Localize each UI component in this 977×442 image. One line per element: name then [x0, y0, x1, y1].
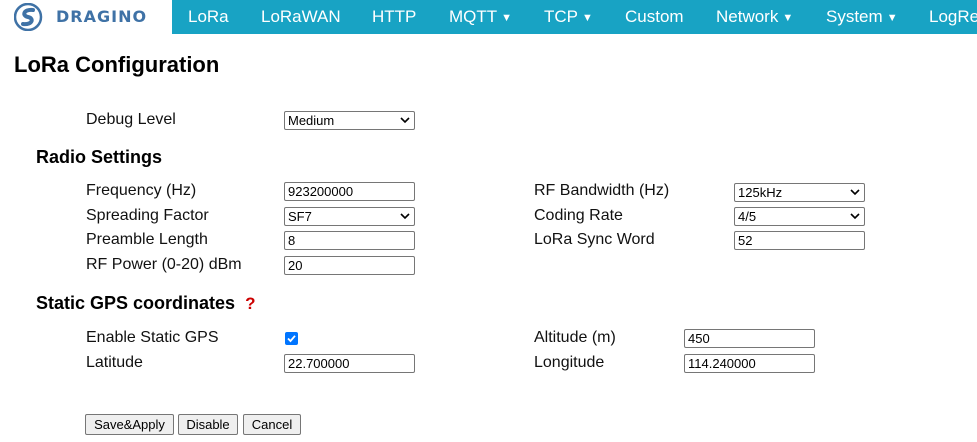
help-icon[interactable]: ? [245, 294, 255, 313]
static-gps-title: Static GPS coordinates? [36, 293, 256, 313]
nav-item-logread[interactable]: LogRe [929, 0, 977, 34]
nav-item-lorawan[interactable]: LoRaWAN [261, 0, 341, 34]
latitude-input[interactable] [284, 354, 415, 373]
save-apply-button[interactable]: Save&Apply [85, 414, 174, 435]
chevron-down-icon [850, 213, 860, 220]
caret-down-icon: ▼ [501, 12, 513, 24]
debug-level-value: Medium [288, 113, 335, 128]
disable-button[interactable]: Disable [178, 414, 238, 435]
dragino-logo-icon [14, 3, 43, 31]
sync-word-label: LoRa Sync Word [534, 231, 655, 248]
nav-item-tcp[interactable]: TCP ▼ [544, 0, 593, 34]
altitude-label: Altitude (m) [534, 329, 616, 346]
nav-item-http[interactable]: HTTP [372, 0, 416, 34]
enable-static-gps-label: Enable Static GPS [86, 329, 219, 346]
coding-rate-select[interactable]: 4/5 [734, 207, 865, 226]
spreading-factor-select[interactable]: SF7 [284, 207, 415, 226]
rf-power-input[interactable] [284, 256, 415, 275]
radio-settings-title: Radio Settings [36, 147, 163, 167]
nav-item-mqtt[interactable]: MQTT ▼ [449, 0, 512, 34]
caret-down-icon: ▼ [782, 12, 794, 24]
altitude-input[interactable] [684, 329, 815, 348]
rf-bandwidth-value: 125kHz [738, 185, 783, 200]
enable-static-gps-checkbox[interactable] [285, 332, 298, 345]
preamble-length-input[interactable] [284, 231, 415, 250]
nav-item-custom[interactable]: Custom [625, 0, 684, 34]
chevron-down-icon [400, 117, 410, 124]
chevron-down-icon [850, 189, 860, 196]
nav-item-system[interactable]: System ▼ [826, 0, 898, 34]
coding-rate-label: Coding Rate [534, 207, 623, 224]
rf-power-label: RF Power (0-20) dBm [86, 256, 242, 273]
cancel-button[interactable]: Cancel [243, 414, 301, 435]
latitude-label: Latitude [86, 354, 143, 371]
nav-item-lora[interactable]: LoRa [188, 0, 229, 34]
brand-name: DRAGINO [56, 7, 148, 26]
longitude-label: Longitude [534, 354, 605, 371]
preamble-length-label: Preamble Length [86, 231, 208, 248]
caret-down-icon: ▼ [582, 12, 593, 24]
debug-level-select[interactable]: Medium [284, 111, 415, 130]
spreading-factor-label: Spreading Factor [86, 207, 209, 224]
debug-level-label: Debug Level [86, 111, 176, 128]
coding-rate-value: 4/5 [738, 209, 757, 224]
caret-down-icon: ▼ [886, 12, 898, 24]
longitude-input[interactable] [684, 354, 815, 373]
page-title: LoRa Configuration [14, 52, 220, 77]
check-icon [287, 335, 296, 343]
nav-item-network[interactable]: Network ▼ [716, 0, 793, 34]
top-navbar: DRAGINO LoRa LoRaWAN HTTP MQTT ▼ TCP ▼ Cus… [0, 0, 977, 34]
sync-word-input[interactable] [734, 231, 865, 250]
rf-bandwidth-label: RF Bandwidth (Hz) [534, 182, 670, 199]
frequency-input[interactable] [284, 182, 415, 201]
brand-logo[interactable]: DRAGINO [0, 0, 172, 34]
frequency-label: Frequency (Hz) [86, 182, 197, 199]
chevron-down-icon [400, 213, 410, 220]
rf-bandwidth-select[interactable]: 125kHz [734, 183, 865, 202]
spreading-factor-value: SF7 [288, 209, 312, 224]
